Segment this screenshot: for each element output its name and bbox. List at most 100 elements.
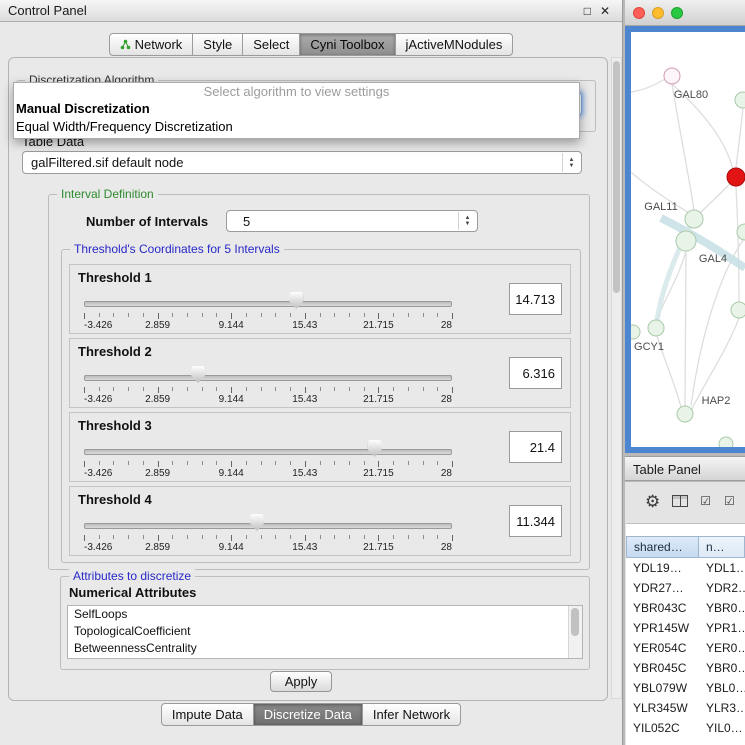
tab-label: jActiveMNodules [406,34,503,55]
table-cell: YPR145W [626,618,699,638]
attribute-list-item[interactable]: TopologicalCoefficient [68,623,582,640]
table-data-combobox[interactable]: galFiltered.sif default node ▲▼ [22,151,582,174]
network-node[interactable] [719,437,733,447]
scrollbar-thumb[interactable] [613,61,620,293]
dropdown-option-equal-width[interactable]: Equal Width/Frequency Discretization [14,118,579,136]
control-panel-window: Control Panel □ ✕ Network Style Select C… [0,0,623,745]
tab-infer-network[interactable]: Infer Network [362,703,461,726]
table-row[interactable]: YBL079WYBL0… [626,678,745,698]
threshold-3-panel: Threshold 3 -3.4262.8599.14415.4321.7152… [69,412,571,482]
table-row[interactable]: YPR145WYPR1… [626,618,745,638]
select-none-checkbox-icon[interactable]: ☑ [724,495,736,507]
float-window-icon[interactable]: □ [584,0,591,22]
threshold-2-slider[interactable]: -3.4262.8599.14415.4321.71528 [84,363,452,407]
table-cell: YDL1… [699,558,745,578]
slider-scale-label: 2.859 [145,320,170,331]
attribute-list-item[interactable]: SelfLoops [68,606,582,623]
list-scrollbar[interactable] [568,606,582,658]
table-panel-header[interactable]: Table Panel [625,456,745,481]
network-node[interactable] [664,68,680,84]
slider-scale-label: -3.426 [84,468,112,479]
threshold-value-field[interactable]: 21.4 [509,431,562,463]
network-node[interactable] [631,325,640,339]
table-panel-title: Table Panel [633,462,701,477]
table-cell: YDL19… [626,558,699,578]
interval-definition-group: Interval Definition Number of Intervals … [48,194,590,570]
selected-network-node[interactable] [727,168,745,186]
threshold-value-field[interactable]: 14.713 [509,283,562,315]
thresholds-coordinates-group: Threshold's Coordinates for 5 Intervals … [61,249,581,563]
top-tab-bar: Network Style Select Cyni Toolbox jActiv… [0,33,622,56]
tab-network[interactable]: Network [109,33,194,56]
network-canvas[interactable]: GAL80GAL11GAL4GCY1HAP2 [625,26,745,453]
tab-impute-data[interactable]: Impute Data [161,703,254,726]
tab-cyni-toolbox[interactable]: Cyni Toolbox [299,33,395,56]
columns-icon[interactable] [672,495,688,507]
group-title: Threshold's Coordinates for 5 Intervals [70,242,284,256]
network-node[interactable] [648,320,664,336]
network-node[interactable] [731,302,745,318]
dropdown-placeholder-option[interactable]: Select algorithm to view settings [14,83,579,100]
threshold-label: Threshold 4 [78,492,152,507]
network-node[interactable] [735,92,745,108]
dropdown-option-manual-discretization[interactable]: Manual Discretization [14,100,579,118]
network-svg[interactable]: GAL80GAL11GAL4GCY1HAP2 [631,32,745,447]
slider-track [84,301,452,307]
network-node[interactable] [677,406,693,422]
network-edge [736,108,743,168]
tab-jactivemnodules[interactable]: jActiveMNodules [395,33,514,56]
tab-label: Discretize Data [264,704,352,725]
apply-button[interactable]: Apply [270,671,332,692]
attribute-list-item[interactable]: BetweennessCentrality [68,640,582,657]
group-title: Attributes to discretize [69,569,195,583]
threshold-4-panel: Threshold 4 -3.4262.8599.14415.4321.7152… [69,486,571,556]
numerical-attributes-list[interactable]: SelfLoopsTopologicalCoefficientBetweenne… [67,605,583,659]
tab-label: Infer Network [373,704,450,725]
table-row[interactable]: YIL052CYIL0… [626,718,745,738]
combobox-value: galFiltered.sif default node [31,152,183,173]
slider-scale-label: 2.859 [145,542,170,553]
table-header-row: shared… n… [626,536,745,558]
threshold-value-field[interactable]: 11.344 [509,505,562,537]
threshold-4-slider[interactable]: -3.4262.8599.14415.4321.71528 [84,511,452,555]
table-row[interactable]: YBR043CYBR0… [626,598,745,618]
slider-scale-label: 15.43 [292,320,317,331]
slider-scale-label: 28 [441,542,452,553]
table-cell: YIL0… [699,718,745,738]
slider-scale-label: 21.715 [363,542,394,553]
network-node[interactable] [685,210,703,228]
network-node[interactable] [676,231,696,251]
network-icon [120,39,131,50]
scrollbar-thumb[interactable] [571,608,579,636]
table-row[interactable]: YBR045CYBR0… [626,658,745,678]
zoom-traffic-light-icon[interactable] [671,7,683,19]
table-row[interactable]: YLR345WYLR3… [626,698,745,718]
tab-label: Network [135,34,183,55]
slider-scale-label: -3.426 [84,394,112,405]
minimize-traffic-light-icon[interactable] [652,7,664,19]
threshold-2-panel: Threshold 2 -3.4262.8599.14415.4321.7152… [69,338,571,408]
threshold-3-slider[interactable]: -3.4262.8599.14415.4321.71528 [84,437,452,481]
slider-scale-label: 9.144 [219,394,244,405]
table-row[interactable]: YDL19…YDL1… [626,558,745,578]
tab-discretize-data[interactable]: Discretize Data [253,703,363,726]
gear-icon[interactable]: ⚙ [645,493,660,510]
close-window-icon[interactable]: ✕ [600,0,610,22]
table-cell: YBR045C [626,658,699,678]
column-header-shared-name[interactable]: shared… [626,536,699,558]
column-header-name[interactable]: n… [699,536,745,558]
number-of-intervals-combobox[interactable]: 5 ▲▼ [226,210,478,232]
tab-style[interactable]: Style [192,33,243,56]
threshold-1-slider[interactable]: -3.4262.8599.14415.4321.71528 [84,289,452,333]
threshold-value-field[interactable]: 6.316 [509,357,562,389]
network-edge [631,79,665,92]
combobox-value: 5 [243,211,250,231]
tab-label: Cyni Toolbox [310,34,384,55]
panel-scrollbar[interactable] [611,57,622,699]
table-cell: YER0… [699,638,745,658]
table-row[interactable]: YDR27…YDR2… [626,578,745,598]
select-all-checkbox-icon[interactable]: ☑ [700,495,712,507]
table-row[interactable]: YER054CYER0… [626,638,745,658]
close-traffic-light-icon[interactable] [633,7,645,19]
tab-select[interactable]: Select [242,33,300,56]
